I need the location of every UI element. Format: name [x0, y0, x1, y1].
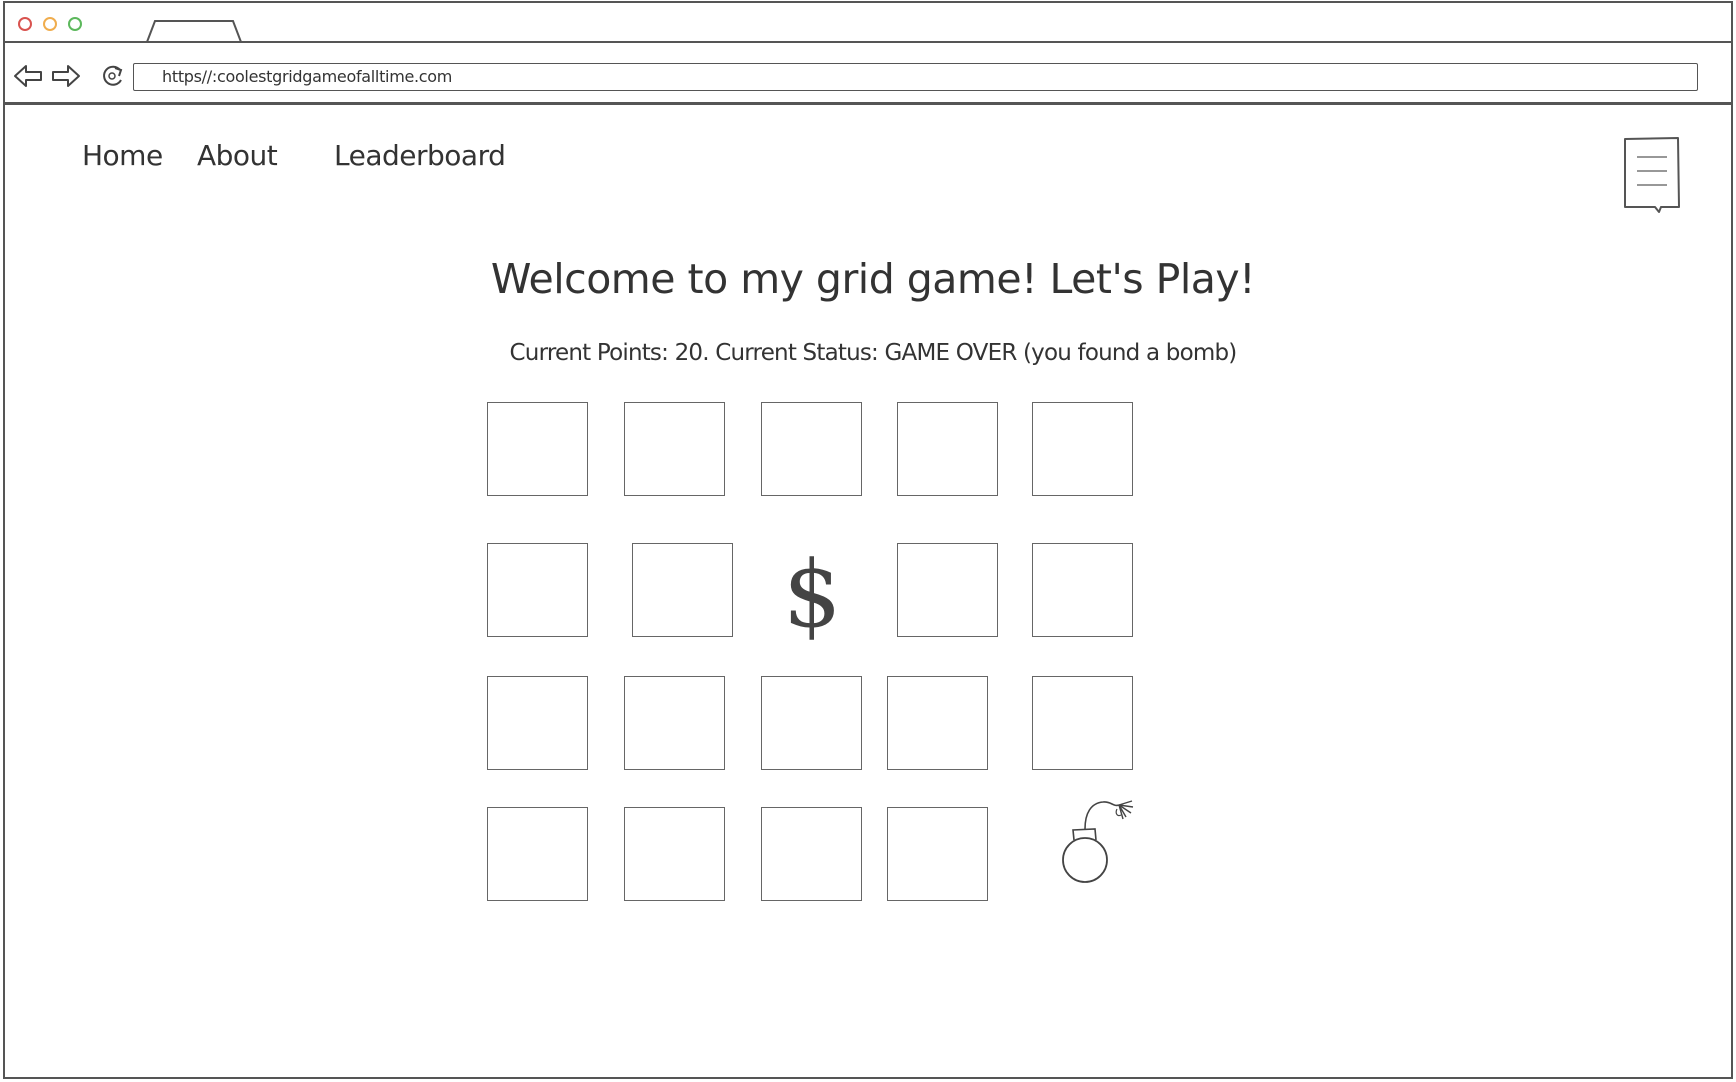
bomb-icon[interactable]: [1055, 793, 1165, 893]
grid-cell[interactable]: [487, 676, 588, 770]
grid-cell[interactable]: [487, 807, 588, 901]
grid-cell[interactable]: [624, 402, 725, 496]
forward-arrow-icon[interactable]: [50, 63, 82, 89]
grid-cell[interactable]: [1032, 402, 1133, 496]
game-status-line: Current Points: 20. Current Status: GAME…: [509, 340, 1238, 366]
grid-cell[interactable]: [487, 402, 588, 496]
grid-cell[interactable]: [1032, 543, 1133, 637]
grid-cell[interactable]: [897, 543, 998, 637]
grid-cell-revealed-dollar[interactable]: $: [783, 549, 842, 641]
grid-cell[interactable]: [624, 807, 725, 901]
back-arrow-icon[interactable]: [12, 63, 44, 89]
nav-leaderboard-link[interactable]: Leaderboard: [334, 139, 506, 172]
dollar-icon: $: [783, 541, 842, 648]
hamburger-menu-icon[interactable]: [1621, 135, 1683, 215]
grid-cell[interactable]: [897, 402, 998, 496]
browser-titlebar: [5, 3, 1731, 43]
minimize-window-button[interactable]: [43, 17, 57, 31]
grid-cell[interactable]: [761, 402, 862, 496]
grid-cell[interactable]: [887, 807, 988, 901]
grid-cell[interactable]: [761, 676, 862, 770]
browser-address-bar: https//:coolestgridgameofalltime.com: [5, 43, 1731, 105]
close-window-button[interactable]: [18, 17, 32, 31]
grid-cell[interactable]: [624, 676, 725, 770]
grid-cell[interactable]: [487, 543, 588, 637]
grid-cell[interactable]: [632, 543, 733, 637]
browser-tab[interactable]: [145, 19, 245, 43]
browser-window: https//:coolestgridgameofalltime.com Hom…: [3, 1, 1733, 1079]
grid-cell[interactable]: [1032, 676, 1133, 770]
url-input[interactable]: https//:coolestgridgameofalltime.com: [133, 63, 1698, 91]
nav-about-link[interactable]: About: [197, 139, 278, 172]
grid-cell[interactable]: [761, 807, 862, 901]
grid-cell[interactable]: [887, 676, 988, 770]
nav-home-link[interactable]: Home: [82, 139, 163, 172]
reload-icon[interactable]: [99, 63, 127, 89]
page-heading: Welcome to my grid game! Let's Play!: [490, 255, 1256, 303]
maximize-window-button[interactable]: [68, 17, 82, 31]
